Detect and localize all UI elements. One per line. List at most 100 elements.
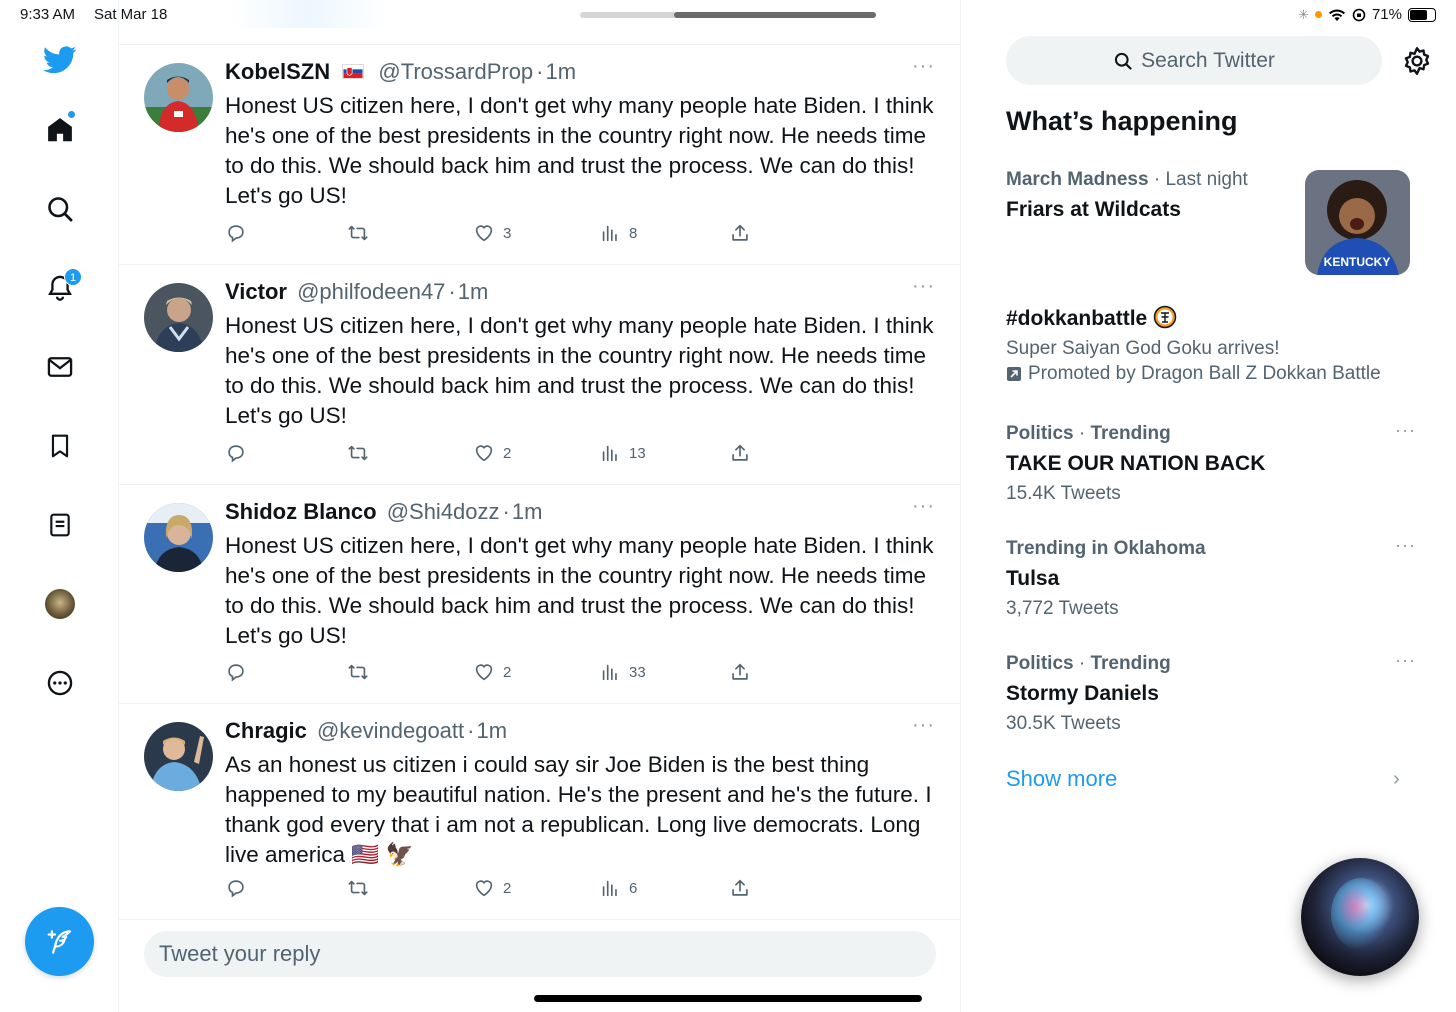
more-options-icon[interactable]: ···	[912, 275, 935, 298]
tweet-text: Honest US citizen here, I don't get why …	[225, 313, 934, 428]
home-unread-dot	[68, 111, 75, 118]
more-options-icon[interactable]: ···	[912, 495, 935, 518]
view-count: 6	[629, 879, 638, 897]
siri-orb[interactable]	[1301, 858, 1419, 976]
tweet[interactable]: Shidoz Blanco @Shi4dozz ·1m ··· Honest US…	[119, 485, 961, 704]
more-options-icon[interactable]: ···	[1395, 420, 1416, 441]
trend-image[interactable]: KENTUCKY	[1305, 170, 1410, 275]
views-button[interactable]: 6	[599, 877, 637, 899]
twitter-logo-icon[interactable]	[40, 40, 80, 80]
tweet[interactable]: Chragic @kevindegoatt ·1m ··· As an hones…	[119, 704, 961, 920]
home-indicator[interactable]	[534, 995, 922, 1002]
reply-icon	[228, 225, 244, 243]
author-handle[interactable]: @philfodeen47	[297, 279, 445, 304]
tweet-text: Honest US citizen here, I don't get why …	[225, 533, 934, 648]
messages-nav-button[interactable]	[40, 347, 80, 387]
trend-category: Politics	[1006, 653, 1074, 674]
heart-icon	[475, 225, 493, 242]
tweet[interactable]: Victor @philfodeen47·1m ··· Honest US ci…	[119, 265, 961, 485]
reply-button[interactable]	[225, 442, 247, 464]
retweet-button[interactable]	[347, 222, 369, 244]
share-button[interactable]	[729, 661, 751, 683]
separator: ·	[448, 279, 456, 304]
separator: ·	[467, 718, 475, 743]
promoted-trend[interactable]: #dokkanbattle Super Saiyan God Goku arri…	[1006, 303, 1416, 385]
share-button[interactable]	[729, 442, 751, 464]
trend-title: Tulsa	[1006, 567, 1060, 590]
share-icon	[732, 879, 748, 896]
chevron-right-icon[interactable]: ›	[1393, 768, 1400, 791]
author-handle[interactable]: @TrossardProp	[378, 59, 533, 84]
tweet-actions: 2 13	[225, 442, 785, 466]
more-nav-button[interactable]	[40, 663, 80, 703]
more-options-icon[interactable]: ···	[912, 55, 935, 78]
tweet[interactable]: KobelSZN @TrossardProp ·1m ··· Honest US …	[119, 45, 961, 265]
retweet-button[interactable]	[347, 877, 369, 899]
author-name[interactable]: Victor	[225, 279, 287, 304]
lists-nav-button[interactable]	[40, 505, 80, 545]
trend-meta: Politics · Trending	[1006, 423, 1171, 444]
avatar[interactable]	[144, 63, 213, 132]
author-handle[interactable]: @kevindegoatt	[317, 718, 464, 743]
share-button[interactable]	[729, 222, 751, 244]
show-more-link[interactable]: Show more	[1006, 766, 1117, 792]
tweet-header: KobelSZN @TrossardProp ·1m ···	[225, 55, 941, 89]
more-options-icon[interactable]: ···	[1395, 535, 1416, 556]
avatar[interactable]	[144, 503, 213, 572]
like-button[interactable]: 2	[473, 661, 511, 683]
like-count: 2	[503, 663, 512, 681]
avatar[interactable]	[144, 283, 213, 352]
tweet-time[interactable]: 1m	[512, 499, 543, 524]
author-name[interactable]: KobelSZN	[225, 59, 330, 84]
tweet-time[interactable]: 1m	[476, 718, 507, 743]
tweet-time[interactable]: 1m	[458, 279, 489, 304]
more-options-icon[interactable]: ···	[912, 714, 935, 737]
gear-icon[interactable]	[1402, 46, 1432, 76]
reply-input[interactable]: Tweet your reply	[144, 931, 936, 977]
view-count: 33	[629, 663, 646, 681]
list-icon	[50, 513, 70, 537]
like-count: 2	[503, 879, 512, 897]
profile-nav-button[interactable]	[40, 584, 80, 624]
views-button[interactable]: 33	[599, 661, 646, 683]
share-button[interactable]	[729, 877, 751, 899]
trend-subtitle: Super Saiyan God Goku arrives!	[1006, 338, 1280, 359]
home-nav-button[interactable]	[40, 110, 80, 150]
trend-category: March Madness	[1006, 169, 1149, 190]
avatar[interactable]	[144, 722, 213, 791]
reply-button[interactable]	[225, 877, 247, 899]
like-button[interactable]: 2	[473, 877, 511, 899]
like-button[interactable]: 3	[473, 222, 511, 244]
search-input[interactable]: Search Twitter	[1006, 36, 1382, 85]
tweet-thread: KobelSZN @TrossardProp ·1m ··· Honest US …	[119, 0, 961, 1012]
tweet-header: Shidoz Blanco @Shi4dozz ·1m ···	[225, 495, 941, 529]
retweet-button[interactable]	[347, 442, 369, 464]
tweet-time[interactable]: 1m	[546, 59, 577, 84]
tweet-text: As an honest us citizen i could say sir …	[225, 752, 932, 867]
view-count: 13	[629, 444, 646, 462]
trend-time: Last night	[1165, 169, 1248, 190]
compose-tweet-button[interactable]	[25, 907, 94, 976]
retweet-icon	[348, 225, 368, 241]
avatar	[45, 589, 75, 619]
svg-text:KENTUCKY: KENTUCKY	[1324, 255, 1391, 269]
trend-item[interactable]: Politics · Trending Stormy Daniels 30.5K…	[1006, 650, 1416, 738]
retweet-button[interactable]	[347, 661, 369, 683]
trend-item[interactable]: Politics · Trending TAKE OUR NATION BACK…	[1006, 420, 1416, 508]
author-name[interactable]: Shidoz Blanco	[225, 499, 377, 524]
author-name[interactable]: Chragic	[225, 718, 307, 743]
trend-tweet-count: 3,772 Tweets	[1006, 598, 1119, 619]
bookmarks-nav-button[interactable]	[40, 426, 80, 466]
more-options-icon[interactable]: ···	[1395, 650, 1416, 671]
tweet-actions: 2 6	[225, 877, 785, 901]
trend-item[interactable]: Trending in Oklahoma Tulsa 3,772 Tweets …	[1006, 535, 1416, 623]
views-button[interactable]: 13	[599, 442, 646, 464]
search-icon	[48, 197, 73, 222]
reply-button[interactable]	[225, 222, 247, 244]
views-button[interactable]: 8	[599, 222, 637, 244]
reply-button[interactable]	[225, 661, 247, 683]
notifications-nav-button[interactable]: 1	[40, 268, 82, 308]
author-handle[interactable]: @Shi4dozz	[387, 499, 500, 524]
search-nav-button[interactable]	[40, 189, 80, 229]
like-button[interactable]: 2	[473, 442, 511, 464]
